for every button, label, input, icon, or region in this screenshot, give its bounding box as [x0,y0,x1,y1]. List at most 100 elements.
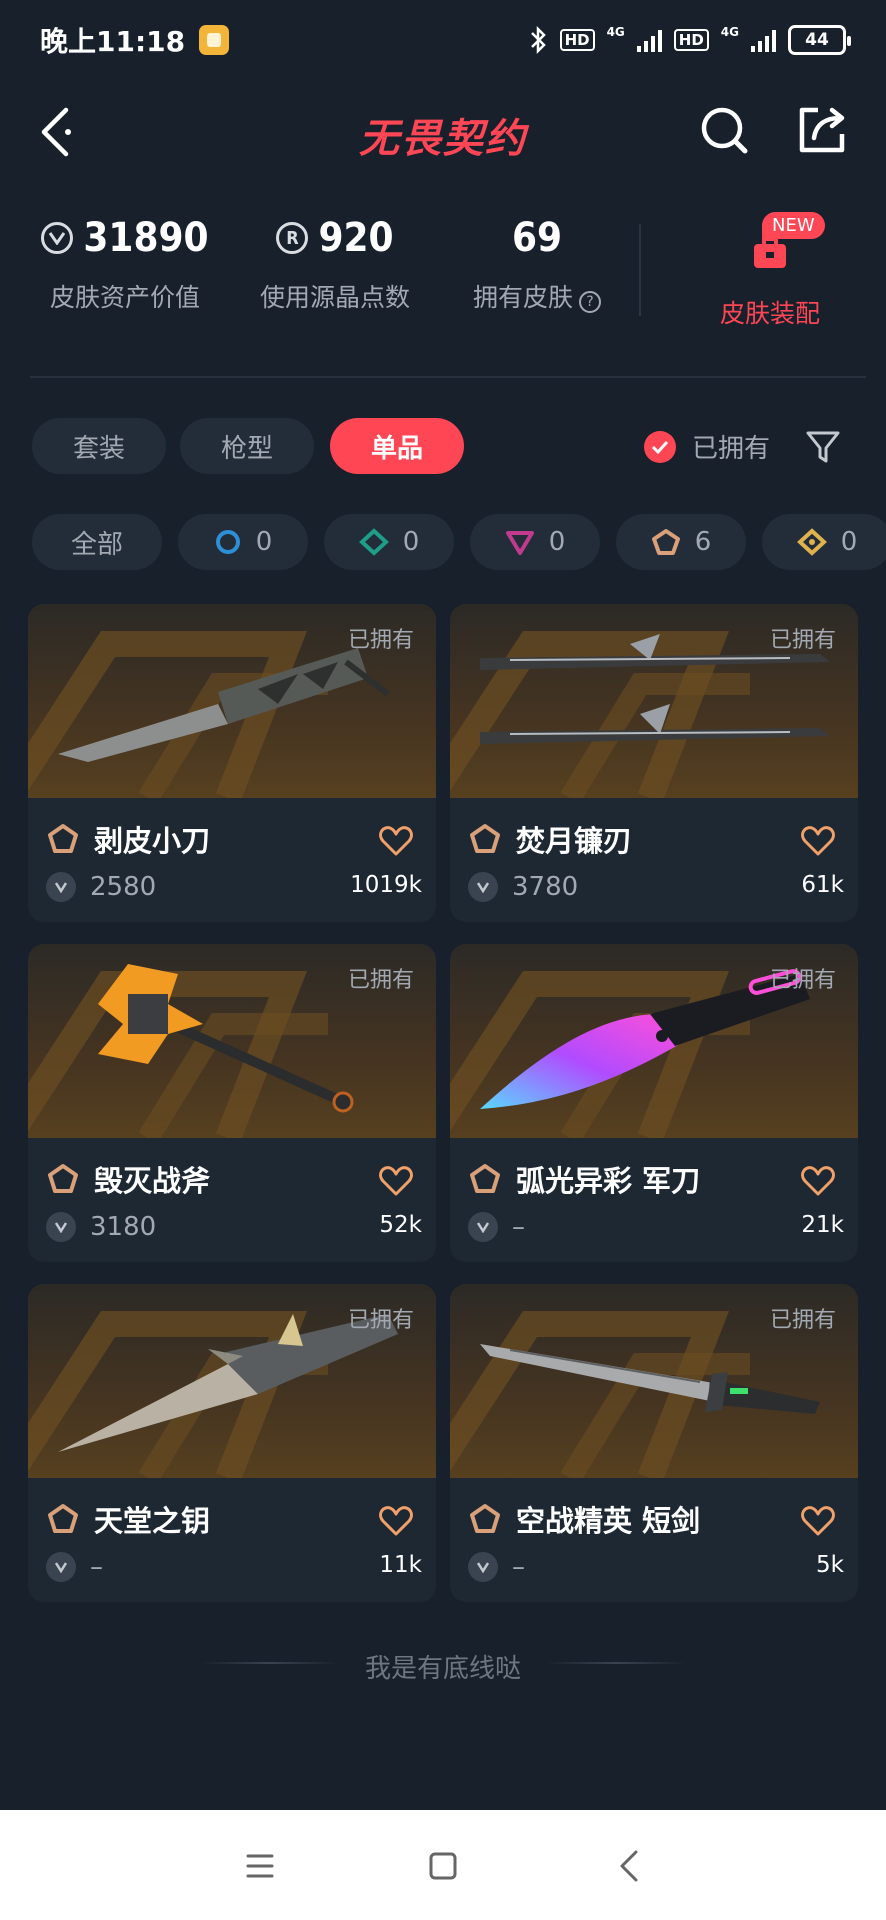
skin-price: – [512,1212,525,1242]
hd-badge-1: HD [559,29,595,51]
skins-owned-label: 拥有皮肤 [472,283,573,312]
skin-card[interactable]: 已拥有 剥皮小刀 2580 1019k [28,604,436,922]
skin-name: 天堂之钥 [94,1504,211,1538]
home-icon[interactable] [415,1838,471,1894]
heart-icon[interactable] [800,1164,836,1198]
skins-owned-stat: 69 拥有皮肤? [462,210,612,314]
owned-label: 已拥有 [769,968,836,993]
like-count: 52k [379,1212,422,1238]
bluetooth-icon [530,25,546,55]
skin-name: 空战精英 短剑 [516,1504,701,1538]
status-bar: 晚上11:18 HD 4G HD 4G 44 [0,0,886,80]
chip-select-tier[interactable]: 0 [178,514,308,570]
owned-label: 已拥有 [347,1308,414,1333]
chip-ultra-tier[interactable]: 6 [616,514,746,570]
skin-image: 已拥有 [28,604,436,798]
skins-owned-value: 69 [511,215,563,261]
vp-currency-icon [46,872,76,902]
chip-count: 0 [255,527,273,557]
network-label-1: 4G [606,25,625,39]
deluxe-tier-icon [358,528,389,556]
skin-card[interactable]: 已拥有 焚月镰刃 3780 61k [450,604,858,922]
status-time: 晚上11:18 [40,25,186,58]
chip-count: 0 [548,527,566,557]
chip-deluxe-tier[interactable]: 0 [324,514,454,570]
tab-single-items[interactable]: 单品 [330,418,464,474]
vp-currency-icon [468,1552,498,1582]
tier-filter-row: 全部 0 0 0 6 0 [32,514,886,570]
chip-count: 6 [694,527,712,557]
loadout-label: 皮肤装配 [719,299,820,328]
tab-weapon-type[interactable]: 枪型 [180,418,314,474]
heart-icon[interactable] [800,1504,836,1538]
ultra-tier-icon [48,824,78,853]
type-tabs: 套装 枪型 单品 已拥有 [32,418,862,476]
like-count: 1019k [350,872,422,898]
skin-price: 3180 [90,1212,157,1242]
points-used-label: 使用源晶点数 [259,283,410,312]
heart-icon[interactable] [800,824,836,858]
premium-tier-icon [505,531,534,555]
end-of-list-note: 我是有底线哒 [364,1654,521,1684]
ultra-tier-icon [470,1164,500,1193]
skin-card[interactable]: 已拥有 天堂之钥 – 11k [28,1284,436,1602]
back-nav-icon[interactable] [602,1838,658,1894]
heart-icon[interactable] [378,1504,414,1538]
asset-value-stat: 31890 皮肤资产价值 [40,210,210,314]
notification-app-icon [199,25,230,55]
owned-label: 已拥有 [769,628,836,653]
filter-icon[interactable] [804,428,842,466]
asset-value: 31890 [83,215,209,261]
ultra-tier-icon [48,1504,78,1533]
vp-currency-icon [468,1212,498,1242]
vp-currency-icon [46,1212,76,1242]
skin-card[interactable]: 已拥有 弧光异彩 军刀 – 21k [450,944,858,1262]
signal-icon-1 [636,28,662,52]
skin-price: 2580 [90,872,157,902]
chip-premium-tier[interactable]: 0 [470,514,600,570]
help-icon[interactable]: ? [579,291,601,313]
exclusive-tier-icon [796,528,827,556]
chip-all[interactable]: 全部 [32,514,162,570]
skin-price: – [512,1552,525,1582]
section-divider [30,376,866,378]
ultra-tier-icon [48,1164,78,1193]
skin-image: 已拥有 [450,1284,858,1478]
select-tier-icon [215,530,240,554]
menu-icon[interactable] [232,1838,288,1894]
like-count: 61k [801,872,844,898]
like-count: 11k [379,1552,422,1578]
skin-name: 弧光异彩 军刀 [516,1164,701,1198]
skin-price: 3780 [512,872,579,902]
chip-count: 0 [840,527,858,557]
chip-all-label: 全部 [70,529,123,560]
skin-price: – [90,1552,103,1582]
ultra-tier-icon [470,824,500,853]
points-used-value: 920 [318,215,394,261]
owned-label: 已拥有 [769,1308,836,1333]
skin-card[interactable]: 已拥有 毁灭战斧 3180 52k [28,944,436,1262]
stats-summary: 31890 皮肤资产价值 R 920 使用源晶点数 69 拥有皮肤? 皮肤装配 [0,210,886,330]
skin-image: 已拥有 [28,944,436,1138]
skin-image: 已拥有 [450,604,858,798]
app-header: 无畏契约 [0,92,886,172]
check-icon [644,430,676,463]
chip-exclusive-tier[interactable]: 0 [762,514,886,570]
footer-line-right [546,1662,686,1664]
vp-currency-icon [46,1552,76,1582]
search-icon[interactable] [698,104,750,156]
network-label-2: 4G [720,25,739,39]
skin-image: 已拥有 [450,944,858,1138]
heart-icon[interactable] [378,824,414,858]
points-used-stat: R 920 使用源晶点数 [250,210,420,314]
tab-bundles[interactable]: 套装 [32,418,166,474]
share-icon[interactable] [796,104,848,156]
heart-icon[interactable] [378,1164,414,1198]
skin-name: 毁灭战斧 [94,1164,211,1198]
ultra-tier-icon [651,529,680,555]
battery-icon: 44 [788,25,851,55]
skin-name: 剥皮小刀 [94,824,211,858]
skin-card[interactable]: 已拥有 空战精英 短剑 – 5k [450,1284,858,1602]
asset-value-label: 皮肤资产价值 [49,283,200,312]
owned-filter-toggle[interactable]: 已拥有 [644,428,770,465]
